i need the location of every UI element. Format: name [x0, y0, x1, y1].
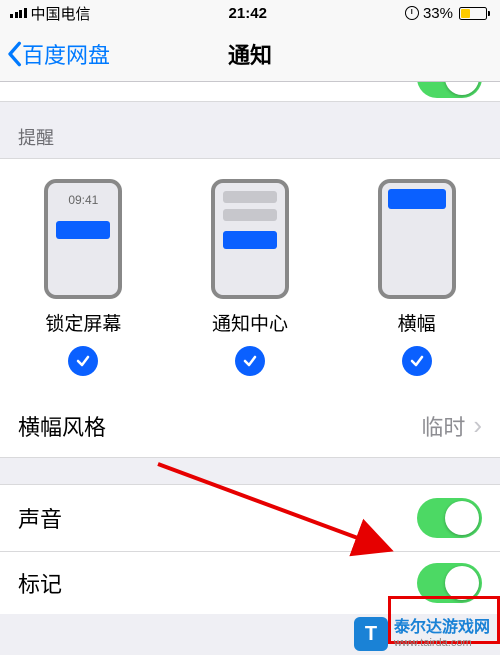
lock-time: 09:41: [68, 193, 98, 207]
watermark-logo-icon: T: [354, 617, 388, 651]
badges-toggle[interactable]: [417, 563, 482, 603]
sounds-row: 声音: [0, 484, 500, 552]
status-bar: 中国电信 21:42 33%: [0, 0, 500, 26]
allow-notifications-toggle[interactable]: [417, 82, 482, 98]
alerts-section-header: 提醒: [0, 102, 500, 158]
signal-icon: [10, 8, 27, 18]
status-time: 21:42: [91, 5, 405, 22]
notification-center-label: 通知中心: [212, 309, 288, 336]
back-label: 百度网盘: [22, 38, 110, 70]
watermark-name: 泰尔达游戏网: [394, 619, 490, 637]
banners-preview-icon: [378, 179, 456, 299]
alert-style-notification-center[interactable]: 通知中心: [167, 179, 332, 376]
nav-bar: 百度网盘 通知: [0, 26, 500, 82]
badges-label: 标记: [18, 567, 417, 599]
chevron-left-icon: [6, 40, 22, 68]
lock-screen-check: [68, 346, 98, 376]
notification-center-preview-icon: [211, 179, 289, 299]
banners-check: [402, 346, 432, 376]
banner-style-row[interactable]: 横幅风格 临时 ›: [0, 394, 500, 458]
alert-styles-section: 09:41 锁定屏幕 通知中心 横幅: [0, 158, 500, 395]
chevron-right-icon: ›: [473, 410, 482, 441]
watermark-url: www.tairda.com: [394, 637, 490, 649]
sounds-toggle[interactable]: [417, 498, 482, 538]
banner-style-value: 临时: [421, 410, 465, 442]
badges-row: 标记: [0, 552, 500, 614]
allow-notifications-row-partial: [0, 82, 500, 102]
notification-center-check: [235, 346, 265, 376]
alert-style-banners[interactable]: 横幅: [334, 179, 499, 376]
carrier-label: 中国电信: [31, 3, 91, 24]
watermark: T 泰尔达游戏网 www.tairda.com: [354, 617, 490, 651]
lock-screen-preview-icon: 09:41: [44, 179, 122, 299]
lock-screen-label: 锁定屏幕: [45, 309, 121, 336]
status-left: 中国电信: [10, 3, 91, 24]
alert-style-lock-screen[interactable]: 09:41 锁定屏幕: [1, 179, 166, 376]
back-button[interactable]: 百度网盘: [0, 38, 110, 70]
battery-percent: 33%: [423, 5, 453, 22]
banner-style-label: 横幅风格: [18, 410, 421, 442]
battery-icon: [457, 7, 490, 20]
alarm-icon: [405, 6, 419, 20]
status-right: 33%: [405, 5, 490, 22]
sounds-label: 声音: [18, 502, 417, 534]
banners-label: 横幅: [398, 309, 436, 336]
